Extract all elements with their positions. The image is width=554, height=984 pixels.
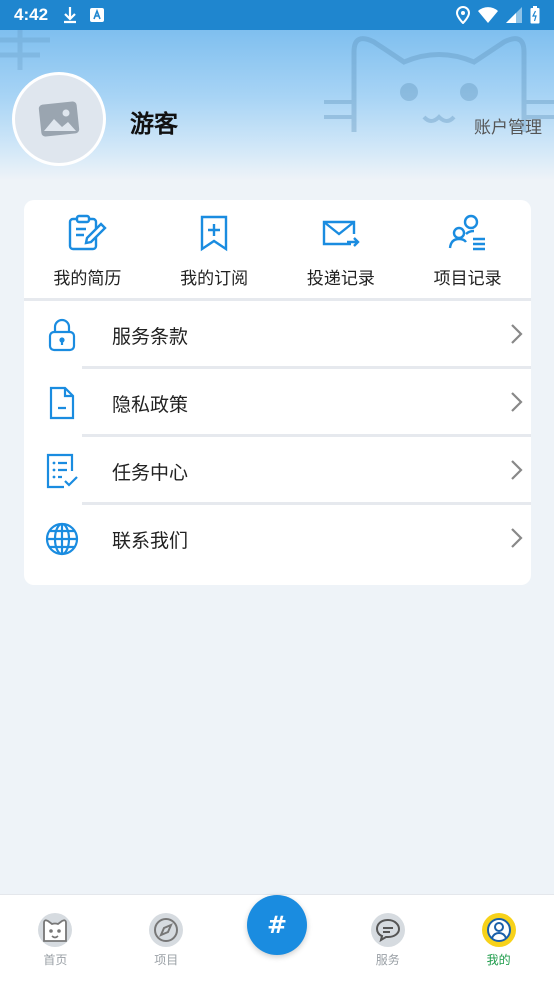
menu-item-terms[interactable]: 服务条款 <box>24 301 531 369</box>
chevron-right-icon <box>511 460 523 480</box>
shortcut-resume[interactable]: 我的简历 <box>24 200 151 298</box>
shortcut-subscription[interactable]: 我的订阅 <box>151 200 278 298</box>
users-list-icon <box>448 214 485 251</box>
menu-item-privacy[interactable]: 隐私政策 <box>24 369 531 437</box>
wifi-icon <box>478 7 498 23</box>
nav-projects[interactable]: 项目 <box>111 895 222 984</box>
account-management-link[interactable]: 账户管理 <box>474 113 542 138</box>
shortcut-label: 投递记录 <box>306 269 375 289</box>
globe-icon <box>45 522 79 556</box>
profile-header: 游客 账户管理 <box>0 30 554 180</box>
signal-icon <box>506 7 522 23</box>
image-placeholder-icon <box>38 101 80 137</box>
shortcut-project-records[interactable]: 项目记录 <box>404 200 531 298</box>
nav-label: 首页 <box>43 953 68 967</box>
fab-button[interactable]: # <box>247 895 307 955</box>
menu-item-label: 服务条款 <box>112 325 189 348</box>
menu-item-task-center[interactable]: 任务中心 <box>24 437 531 505</box>
menu-item-label: 任务中心 <box>112 461 189 484</box>
chevron-right-icon <box>511 324 523 344</box>
menu-item-label: 联系我们 <box>112 529 189 552</box>
mail-send-icon <box>322 220 360 247</box>
cat-icon <box>43 919 68 942</box>
nav-label: 服务 <box>375 953 400 967</box>
status-time: 4:42 <box>14 5 49 24</box>
menu-item-label: 隐私政策 <box>112 393 189 416</box>
shortcut-label: 我的简历 <box>53 269 122 289</box>
location-icon <box>456 6 470 24</box>
shortcut-label: 我的订阅 <box>180 269 249 289</box>
battery-icon <box>530 6 540 24</box>
bookmark-add-icon <box>200 215 228 252</box>
chevron-right-icon <box>511 528 523 548</box>
user-icon <box>486 918 511 942</box>
nav-mine[interactable]: 我的 <box>443 895 554 984</box>
nav-label: 我的 <box>486 953 511 967</box>
checklist-icon <box>46 453 78 489</box>
compass-icon <box>154 918 179 942</box>
download-icon <box>64 7 77 24</box>
shortcut-label: 项目记录 <box>433 269 502 289</box>
nav-label: 项目 <box>154 953 179 967</box>
menu-card: 我的简历 我的订阅 投递记录 项目记录 服务条款 隐私政策 任务中心 联系我们 <box>24 200 531 585</box>
app-notification-icon <box>90 8 105 22</box>
username: 游客 <box>130 110 178 138</box>
lock-icon <box>48 318 76 352</box>
avatar[interactable] <box>12 72 106 166</box>
chat-icon <box>375 918 400 942</box>
status-bar: 4:42 <box>0 0 554 30</box>
document-icon <box>49 386 75 420</box>
chevron-right-icon <box>511 392 523 412</box>
menu-item-contact[interactable]: 联系我们 <box>24 505 531 573</box>
nav-services[interactable]: 服务 <box>332 895 443 984</box>
shortcut-delivery[interactable]: 投递记录 <box>278 200 405 298</box>
nav-home[interactable]: 首页 <box>0 895 111 984</box>
resume-icon <box>69 214 108 251</box>
shortcut-row: 我的简历 我的订阅 投递记录 项目记录 <box>24 200 531 301</box>
